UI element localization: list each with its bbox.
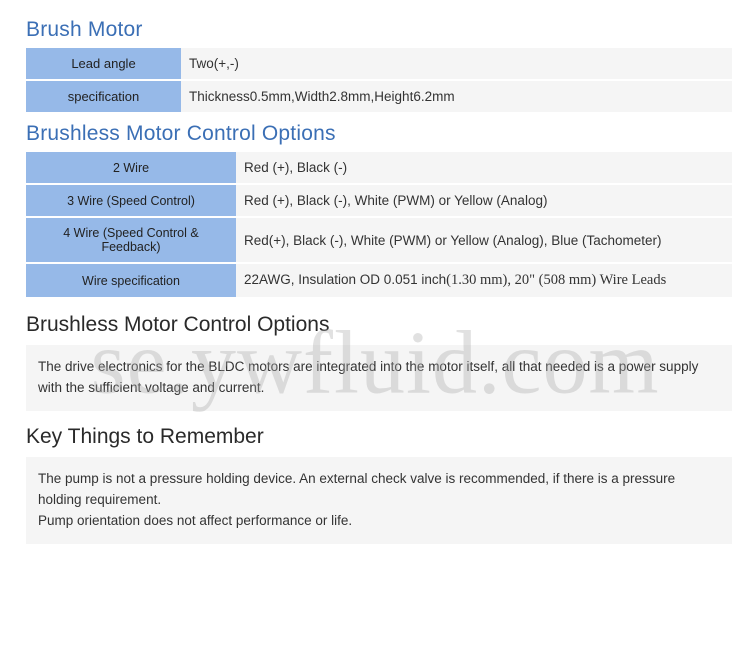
brushless-options-title: Brushless Motor Control Options (26, 122, 732, 146)
key-things-line2: Pump orientation does not affect perform… (38, 511, 720, 532)
table-row: 4 Wire (Speed Control & Feedback) Red(+)… (26, 217, 732, 263)
key-things-title: Key Things to Remember (26, 425, 732, 449)
brushless-desc-title: Brushless Motor Control Options (26, 313, 732, 337)
4wire-value: Red(+), Black (-), White (PWM) or Yellow… (236, 217, 732, 263)
lead-angle-value: Two(+,-) (181, 48, 732, 80)
brushless-options-table: 2 Wire Red (+), Black (-) 3 Wire (Speed … (26, 152, 732, 299)
table-row: 3 Wire (Speed Control) Red (+), Black (-… (26, 184, 732, 217)
table-row: Wire specification 22AWG, Insulation OD … (26, 263, 732, 298)
key-things-line1: The pump is not a pressure holding devic… (38, 469, 720, 511)
4wire-label: 4 Wire (Speed Control & Feedback) (26, 217, 236, 263)
specification-value: Thickness0.5mm,Width2.8mm,Height6.2mm (181, 80, 732, 113)
wire-spec-label: Wire specification (26, 263, 236, 298)
3wire-value: Red (+), Black (-), White (PWM) or Yello… (236, 184, 732, 217)
wire-spec-value: 22AWG, Insulation OD 0.051 inch(1.30 mm)… (236, 263, 732, 298)
wire-spec-suffix: (1.30 mm), 20" (508 mm) Wire Leads (446, 272, 666, 288)
table-row: Lead angle Two(+,-) (26, 48, 732, 80)
2wire-value: Red (+), Black (-) (236, 152, 732, 184)
table-row: specification Thickness0.5mm,Width2.8mm,… (26, 80, 732, 113)
2wire-label: 2 Wire (26, 152, 236, 184)
3wire-label: 3 Wire (Speed Control) (26, 184, 236, 217)
lead-angle-label: Lead angle (26, 48, 181, 80)
specification-label: specification (26, 80, 181, 113)
brush-motor-table: Lead angle Two(+,-) specification Thickn… (26, 48, 732, 114)
key-things-box: The pump is not a pressure holding devic… (26, 457, 732, 544)
brushless-desc-text: The drive electronics for the BLDC motor… (26, 345, 732, 411)
brush-motor-title: Brush Motor (26, 18, 732, 42)
table-row: 2 Wire Red (+), Black (-) (26, 152, 732, 184)
wire-spec-prefix: 22AWG, Insulation OD 0.051 inch (244, 272, 446, 287)
